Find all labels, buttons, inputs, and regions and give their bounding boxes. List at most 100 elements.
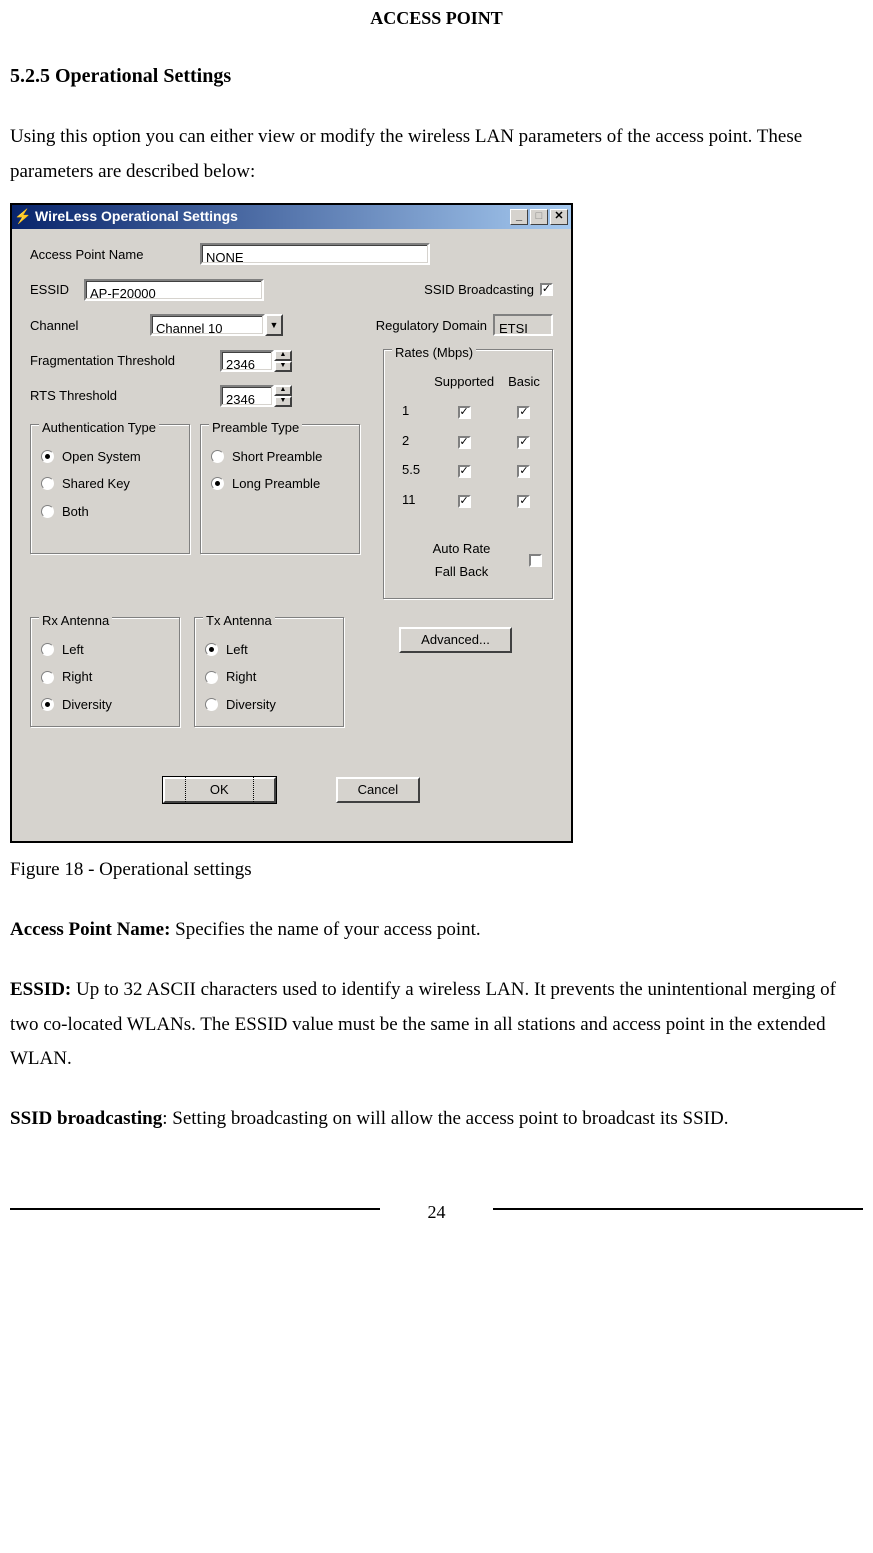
auth-option[interactable]: Both: [41, 500, 179, 523]
rx-option[interactable]: Diversity: [41, 693, 169, 716]
radio-icon[interactable]: [211, 450, 224, 463]
radio-icon[interactable]: [211, 477, 224, 490]
preamble-option[interactable]: Short Preamble: [211, 445, 349, 468]
chevron-down-icon[interactable]: ▼: [265, 314, 283, 336]
rate-row: 11 ✓ ✓: [396, 486, 546, 513]
essid-input[interactable]: AP-F20000: [84, 279, 264, 301]
supported-checkbox[interactable]: ✓: [458, 436, 471, 449]
tx-label: Left: [226, 638, 248, 661]
tx-label: Right: [226, 665, 256, 688]
section-title: 5.2.5 Operational Settings: [10, 58, 863, 94]
auth-type-group: Authentication Type Open SystemShared Ke…: [30, 424, 190, 554]
preamble-label: Short Preamble: [232, 445, 322, 468]
channel-select[interactable]: Channel 10: [150, 314, 265, 336]
dialog-window: ⚡ WireLess Operational Settings _ □ ✕ Ac…: [10, 203, 573, 843]
advanced-button[interactable]: Advanced...: [399, 627, 512, 653]
essid-label: ESSID: [30, 278, 84, 301]
rx-label: Left: [62, 638, 84, 661]
rx-option[interactable]: Left: [41, 638, 169, 661]
tx-antenna-group: Tx Antenna LeftRightDiversity: [194, 617, 344, 727]
definition: ESSID: Up to 32 ASCII characters used to…: [10, 973, 863, 1076]
rates-group: Rates (Mbps) Supported Basic 1✓✓2✓✓5.5✓✓…: [383, 349, 553, 599]
rts-input[interactable]: 2346: [220, 385, 274, 407]
radio-icon[interactable]: [41, 477, 54, 490]
supported-header: Supported: [428, 368, 500, 395]
basic-checkbox[interactable]: ✓: [517, 465, 530, 478]
preamble-type-group: Preamble Type Short PreambleLong Preambl…: [200, 424, 360, 554]
rx-label: Right: [62, 665, 92, 688]
radio-icon[interactable]: [41, 698, 54, 711]
page-number: 24: [428, 1202, 446, 1222]
basic-checkbox[interactable]: ✓: [517, 436, 530, 449]
definition-text: : Setting broadcasting on will allow the…: [162, 1108, 728, 1129]
frag-down-button[interactable]: ▼: [274, 361, 292, 372]
maximize-button[interactable]: □: [530, 209, 548, 225]
rate-label: 2: [396, 427, 426, 454]
basic-checkbox[interactable]: ✓: [517, 406, 530, 419]
rate-label: 5.5: [396, 456, 426, 483]
reg-domain-label: Regulatory Domain: [376, 314, 487, 337]
ssid-bcast-checkbox[interactable]: ✓: [540, 283, 553, 296]
basic-checkbox[interactable]: ✓: [517, 495, 530, 508]
auth-label: Open System: [62, 445, 141, 468]
rx-antenna-legend: Rx Antenna: [39, 609, 112, 632]
radio-icon[interactable]: [205, 643, 218, 656]
ssid-bcast-label: SSID Broadcasting: [424, 278, 534, 301]
ap-name-input[interactable]: NONE: [200, 243, 430, 265]
fall-back-label: Fall Back: [394, 560, 529, 583]
rx-option[interactable]: Right: [41, 665, 169, 688]
auto-rate-checkbox[interactable]: [529, 554, 542, 567]
supported-checkbox[interactable]: ✓: [458, 465, 471, 478]
auth-option[interactable]: Open System: [41, 445, 179, 468]
radio-icon[interactable]: [205, 698, 218, 711]
preamble-option[interactable]: Long Preamble: [211, 472, 349, 495]
definition: SSID broadcasting: Setting broadcasting …: [10, 1102, 863, 1136]
auth-option[interactable]: Shared Key: [41, 472, 179, 495]
radio-icon[interactable]: [41, 643, 54, 656]
rate-row: 1✓✓: [396, 397, 546, 424]
rx-label: Diversity: [62, 693, 112, 716]
intro-text: Using this option you can either view or…: [10, 120, 863, 188]
frag-label: Fragmentation Threshold: [30, 349, 220, 372]
radio-icon[interactable]: [41, 505, 54, 518]
auth-label: Both: [62, 500, 89, 523]
auto-rate-label: Auto Rate: [394, 537, 529, 560]
ap-name-label: Access Point Name: [30, 243, 200, 266]
definition-text: Up to 32 ASCII characters used to identi…: [10, 979, 836, 1068]
minimize-button[interactable]: _: [510, 209, 528, 225]
definition-term: Access Point Name:: [10, 919, 175, 940]
rate-row: 2 ✓ ✓: [396, 427, 546, 454]
page-footer: 24: [10, 1196, 863, 1226]
auth-type-legend: Authentication Type: [39, 416, 159, 439]
reg-domain-field: ETSI: [493, 314, 553, 336]
tx-option[interactable]: Left: [205, 638, 333, 661]
supported-checkbox[interactable]: ✓: [458, 406, 471, 419]
preamble-label: Long Preamble: [232, 472, 320, 495]
rate-row: 5.5 ✓ ✓: [396, 456, 546, 483]
definition-term: SSID broadcasting: [10, 1108, 162, 1129]
preamble-type-legend: Preamble Type: [209, 416, 302, 439]
figure-caption: Figure 18 - Operational settings: [10, 853, 863, 887]
basic-header: Basic: [502, 368, 546, 395]
definition-term: ESSID:: [10, 979, 76, 1000]
cancel-button[interactable]: Cancel: [336, 777, 420, 803]
rates-legend: Rates (Mbps): [392, 341, 476, 364]
rx-antenna-group: Rx Antenna LeftRightDiversity: [30, 617, 180, 727]
tx-option[interactable]: Right: [205, 665, 333, 688]
tx-option[interactable]: Diversity: [205, 693, 333, 716]
channel-label: Channel: [30, 314, 150, 337]
close-button[interactable]: ✕: [550, 209, 568, 225]
titlebar[interactable]: ⚡ WireLess Operational Settings _ □ ✕: [12, 205, 571, 229]
radio-icon[interactable]: [41, 671, 54, 684]
frag-input[interactable]: 2346: [220, 350, 274, 372]
ok-button[interactable]: OK: [163, 777, 276, 803]
tx-label: Diversity: [226, 693, 276, 716]
definition: Access Point Name: Specifies the name of…: [10, 913, 863, 947]
rts-down-button[interactable]: ▼: [274, 396, 292, 407]
radio-icon[interactable]: [41, 450, 54, 463]
supported-checkbox[interactable]: ✓: [458, 495, 471, 508]
tx-antenna-legend: Tx Antenna: [203, 609, 275, 632]
rate-label: 11: [396, 486, 426, 513]
bolt-icon: ⚡: [15, 209, 31, 225]
radio-icon[interactable]: [205, 671, 218, 684]
